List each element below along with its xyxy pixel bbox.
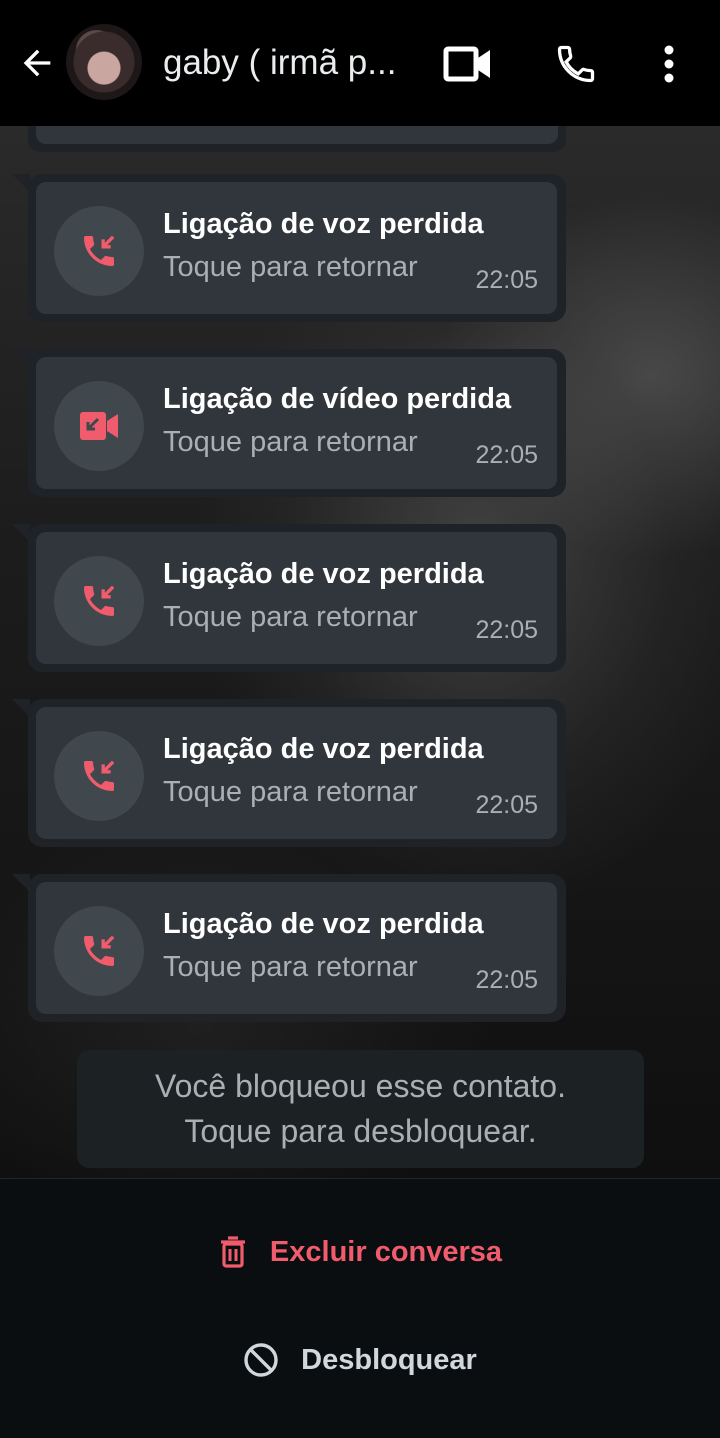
missed-call-message[interactable]: Ligação de voz perdida Toque para retorn… <box>12 174 566 322</box>
trash-icon <box>220 1236 245 1268</box>
back-button[interactable] <box>14 40 60 86</box>
call-subtitle: Toque para retornar <box>163 251 418 283</box>
block-icon <box>244 1343 278 1377</box>
chat-screen: gaby ( irmã p... Ligação de voz perdida … <box>0 0 720 1438</box>
phone-icon <box>557 45 595 83</box>
contact-name[interactable]: gaby ( irmã p... <box>163 40 413 86</box>
message-time: 22:05 <box>475 791 538 819</box>
message-time: 22:05 <box>475 966 538 994</box>
blocked-notice-line2: Toque para desbloquear. <box>184 1113 537 1149</box>
missed-voice-call-icon <box>54 556 144 646</box>
video-call-button[interactable] <box>440 38 496 90</box>
call-title: Ligação de vídeo perdida <box>163 383 512 415</box>
message-time: 22:05 <box>475 441 538 469</box>
blocked-contact-notice[interactable]: Você bloqueou esse contato. Toque para d… <box>77 1050 644 1168</box>
avatar[interactable] <box>66 24 142 100</box>
delete-chat-label: Excluir conversa <box>269 1235 503 1268</box>
missed-video-call-icon <box>54 381 144 471</box>
message-time: 22:05 <box>475 616 538 644</box>
unblock-label: Desbloquear <box>301 1343 477 1376</box>
missed-voice-call-icon <box>54 731 144 821</box>
missed-voice-call-icon <box>54 206 144 296</box>
unblock-button[interactable]: Desbloquear <box>0 1317 720 1403</box>
call-subtitle: Toque para retornar <box>163 426 418 458</box>
missed-call-message[interactable]: Ligação de voz perdida Toque para retorn… <box>12 874 566 1022</box>
missed-call-message[interactable]: Ligação de voz perdida Toque para retorn… <box>12 699 566 847</box>
partial-message-bubble <box>28 126 566 152</box>
missed-call-message[interactable]: Ligação de vídeo perdida Toque para reto… <box>12 349 566 497</box>
more-vertical-icon <box>664 45 674 83</box>
missed-call-message[interactable]: Ligação de voz perdida Toque para retorn… <box>12 524 566 672</box>
call-title: Ligação de voz perdida <box>163 208 484 240</box>
chat-header: gaby ( irmã p... <box>0 0 720 126</box>
call-title: Ligação de voz perdida <box>163 908 484 940</box>
call-subtitle: Toque para retornar <box>163 601 418 633</box>
voice-call-button[interactable] <box>548 38 604 90</box>
call-title: Ligação de voz perdida <box>163 558 484 590</box>
arrow-left-icon <box>23 49 51 77</box>
missed-voice-call-icon <box>54 906 144 996</box>
message-list[interactable]: Ligação de voz perdida Toque para retorn… <box>0 126 720 1178</box>
video-camera-icon <box>443 46 490 82</box>
call-title: Ligação de voz perdida <box>163 733 484 765</box>
blocked-actions-bar: Excluir conversa Desbloquear <box>0 1178 720 1438</box>
more-options-button[interactable] <box>646 38 692 90</box>
blocked-notice-line1: Você bloqueou esse contato. <box>155 1068 566 1104</box>
delete-chat-button[interactable]: Excluir conversa <box>0 1209 720 1295</box>
call-subtitle: Toque para retornar <box>163 951 418 983</box>
call-subtitle: Toque para retornar <box>163 776 418 808</box>
message-time: 22:05 <box>475 266 538 294</box>
